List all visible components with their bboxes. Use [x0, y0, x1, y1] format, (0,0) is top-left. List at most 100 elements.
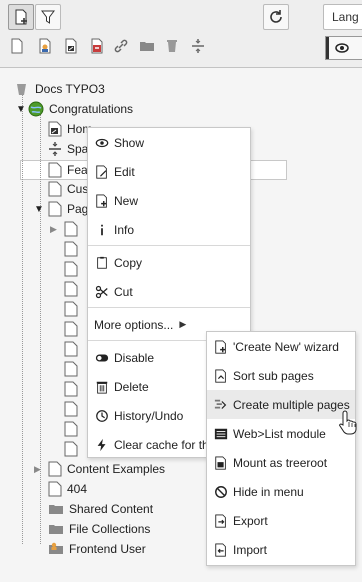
page-icon	[64, 281, 78, 297]
menu-item-create-multiple-pages[interactable]: Create multiple pages	[207, 390, 355, 419]
link-page-icon[interactable]	[113, 38, 129, 54]
cut-icon	[95, 285, 108, 298]
tree-item-label: Shared Content	[69, 502, 154, 516]
page-icon	[64, 441, 78, 457]
menu-item-label: Edit	[114, 164, 135, 179]
menu-item-import[interactable]: Import	[207, 535, 355, 564]
create-multiple-icon	[214, 399, 227, 409]
tree-root-label: Docs TYPO3	[35, 82, 105, 96]
spacer-icon	[49, 142, 61, 156]
tree-subitem[interactable]	[64, 299, 78, 319]
page-icon	[64, 261, 78, 277]
menu-item-label: Mount as treeroot	[233, 455, 328, 470]
copy-icon	[97, 256, 107, 269]
tree-item[interactable]: Shared Content	[48, 499, 153, 519]
backend-user-page-icon[interactable]	[37, 38, 53, 54]
menu-item-label: New	[114, 193, 139, 208]
new-wizard-icon	[215, 339, 226, 354]
tree-item[interactable]: ▼ Pag	[34, 199, 88, 219]
menu-item-label: Delete	[114, 379, 149, 394]
menu-item-label: Import	[233, 542, 268, 557]
import-icon	[215, 542, 226, 557]
tree-subitem[interactable]	[64, 339, 78, 359]
tree-subitem[interactable]	[64, 439, 78, 459]
info-icon	[101, 224, 103, 235]
page-tree-toolbar: Lang	[0, 0, 362, 68]
tree-subitem[interactable]	[64, 419, 78, 439]
tree-site[interactable]: ▼ Congratulations	[16, 99, 133, 119]
menu-item-edit[interactable]: Edit	[88, 157, 250, 186]
shortcut-page-icon	[48, 121, 62, 137]
tree-subitem[interactable]	[64, 239, 78, 259]
tree-item-label: 404	[67, 482, 88, 496]
new-page-icon[interactable]	[9, 38, 25, 54]
filter-button[interactable]	[35, 4, 61, 30]
tree-subitem[interactable]	[64, 359, 78, 379]
menu-item-show[interactable]: Show	[88, 128, 250, 157]
expand-icon: ▶	[34, 463, 41, 474]
filter-icon	[41, 10, 55, 24]
menu-item-label: Create multiple pages	[233, 397, 350, 412]
page-icon	[64, 401, 78, 417]
menu-item-new[interactable]: New	[88, 186, 250, 215]
tree-item[interactable]: Frontend User	[48, 539, 146, 559]
eye-icon	[95, 138, 109, 147]
tree-root[interactable]: Docs TYPO3	[14, 79, 105, 99]
menu-item-label: Show	[114, 135, 145, 150]
folder-icon[interactable]	[139, 38, 155, 54]
view-toggle-button[interactable]	[325, 36, 362, 60]
trash-icon	[96, 381, 108, 394]
recycler-icon[interactable]	[164, 38, 180, 54]
language-select[interactable]: Lang	[323, 4, 362, 30]
tree-item-label: Cus	[67, 182, 89, 196]
shortcut-page-icon[interactable]	[63, 38, 79, 54]
menu-item-copy[interactable]: Copy	[88, 248, 250, 277]
menu-item-sort-sub-pages[interactable]: Sort sub pages	[207, 361, 355, 390]
menu-item-info[interactable]: Info	[88, 215, 250, 244]
refresh-button[interactable]	[263, 4, 289, 30]
spacer-icon[interactable]	[190, 38, 206, 54]
menu-item-create-new-wizard[interactable]: 'Create New' wizard	[207, 332, 355, 361]
edit-icon	[96, 164, 107, 179]
page-icon	[64, 421, 78, 437]
tree-item[interactable]: Hom	[48, 119, 92, 139]
hand-cursor-icon	[339, 410, 357, 435]
page-icon	[48, 201, 62, 217]
tree-item[interactable]: Fea	[48, 160, 88, 180]
tree-item[interactable]: Cus	[48, 179, 88, 199]
menu-item-hide-in-menu[interactable]: Hide in menu	[207, 477, 355, 506]
sort-icon	[215, 368, 226, 383]
tree-subitem[interactable]	[64, 319, 78, 339]
hide-icon	[215, 485, 227, 498]
eye-icon	[335, 43, 349, 53]
typo3-logo-icon	[17, 84, 26, 95]
menu-item-label: More options...	[94, 317, 174, 332]
mountpoint-page-icon[interactable]	[89, 38, 105, 54]
more-options-submenu: 'Create New' wizard Sort sub pages Creat…	[206, 331, 356, 566]
tree-subitem[interactable]	[64, 379, 78, 399]
new-page-drag-button[interactable]	[8, 4, 34, 30]
tree-subitem[interactable]	[64, 279, 78, 299]
new-icon	[96, 193, 107, 208]
menu-item-label: 'Create New' wizard	[233, 339, 339, 354]
tree-item-label: Pag	[67, 202, 89, 216]
menu-item-label: Export	[233, 513, 268, 528]
tree-item[interactable]: Spa	[48, 139, 88, 159]
page-icon	[64, 341, 78, 357]
tree-subitem[interactable]: ▶	[50, 219, 78, 239]
menu-item-mount-as-treeroot[interactable]: Mount as treeroot	[207, 448, 355, 477]
tree-item[interactable]: 404	[48, 479, 87, 499]
menu-item-cut[interactable]: Cut	[88, 277, 250, 306]
globe-icon	[28, 101, 44, 117]
menu-item-web-list-module[interactable]: Web>List module	[207, 419, 355, 448]
menu-item-label: Sort sub pages	[233, 368, 314, 383]
page-icon	[64, 321, 78, 337]
tree-item[interactable]: File Collections	[48, 519, 150, 539]
tree-item[interactable]: ▶ Content Examples	[34, 459, 165, 479]
menu-divider	[88, 245, 250, 246]
menu-item-export[interactable]: Export	[207, 506, 355, 535]
tree-subitem[interactable]	[64, 399, 78, 419]
tree-item-label: Frontend User	[69, 542, 146, 556]
tree-subitem[interactable]	[64, 259, 78, 279]
menu-divider	[88, 307, 250, 308]
